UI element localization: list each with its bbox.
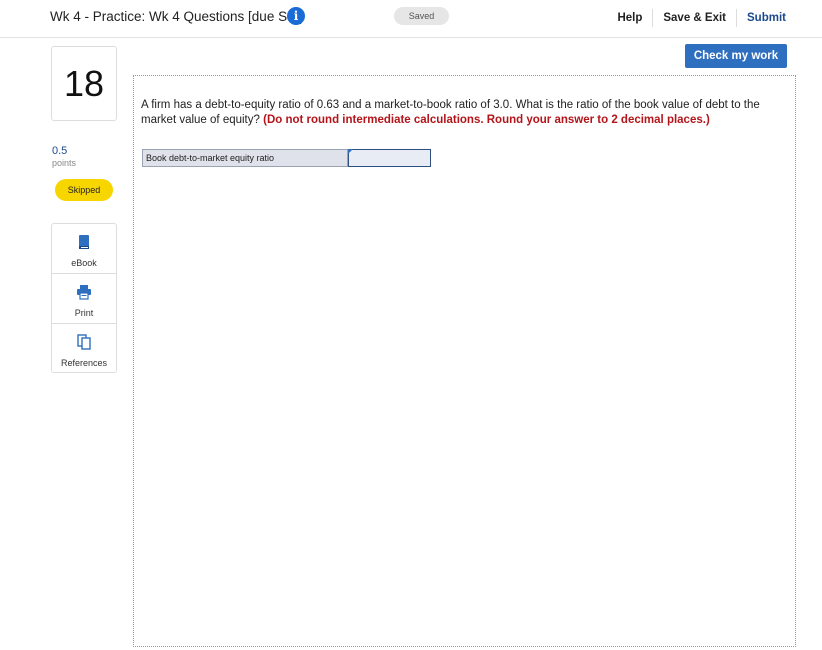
saved-status-badge: Saved xyxy=(394,7,449,25)
ebook-button[interactable]: eBook xyxy=(52,224,116,274)
print-icon xyxy=(77,285,91,300)
question-prompt: A firm has a debt-to-equity ratio of 0.6… xyxy=(141,98,791,128)
points-label: points xyxy=(52,158,77,168)
submit-link[interactable]: Submit xyxy=(737,12,786,24)
references-label: References xyxy=(60,358,108,368)
ebook-label: eBook xyxy=(71,258,97,268)
print-button[interactable]: Print xyxy=(52,274,116,324)
help-link[interactable]: Help xyxy=(607,12,652,24)
references-button[interactable]: References xyxy=(52,324,116,374)
skipped-badge: Skipped xyxy=(55,179,113,201)
print-label: Print xyxy=(74,308,94,318)
answer-row: Book debt-to-market equity ratio xyxy=(142,149,431,167)
check-my-work-button[interactable]: Check my work xyxy=(685,44,787,68)
points-value: 0.5 xyxy=(52,145,68,157)
references-icon xyxy=(77,334,91,350)
answer-input[interactable] xyxy=(348,149,431,167)
header-nav: Help Save & Exit Submit xyxy=(607,9,786,27)
question-instruction: (Do not round intermediate calculations.… xyxy=(263,114,710,126)
question-panel: A firm has a debt-to-equity ratio of 0.6… xyxy=(133,75,796,647)
top-bar: Wk 4 - Practice: Wk 4 Questions [due Sat… xyxy=(0,0,822,38)
question-number: 18 xyxy=(51,46,117,121)
answer-label: Book debt-to-market equity ratio xyxy=(142,149,348,167)
tools-panel: eBook Print References xyxy=(51,223,117,373)
assignment-title: Wk 4 - Practice: Wk 4 Questions [due Sat… xyxy=(50,9,303,24)
book-icon xyxy=(79,235,89,249)
save-exit-link[interactable]: Save & Exit xyxy=(653,12,736,24)
info-icon[interactable]: i xyxy=(287,7,305,25)
